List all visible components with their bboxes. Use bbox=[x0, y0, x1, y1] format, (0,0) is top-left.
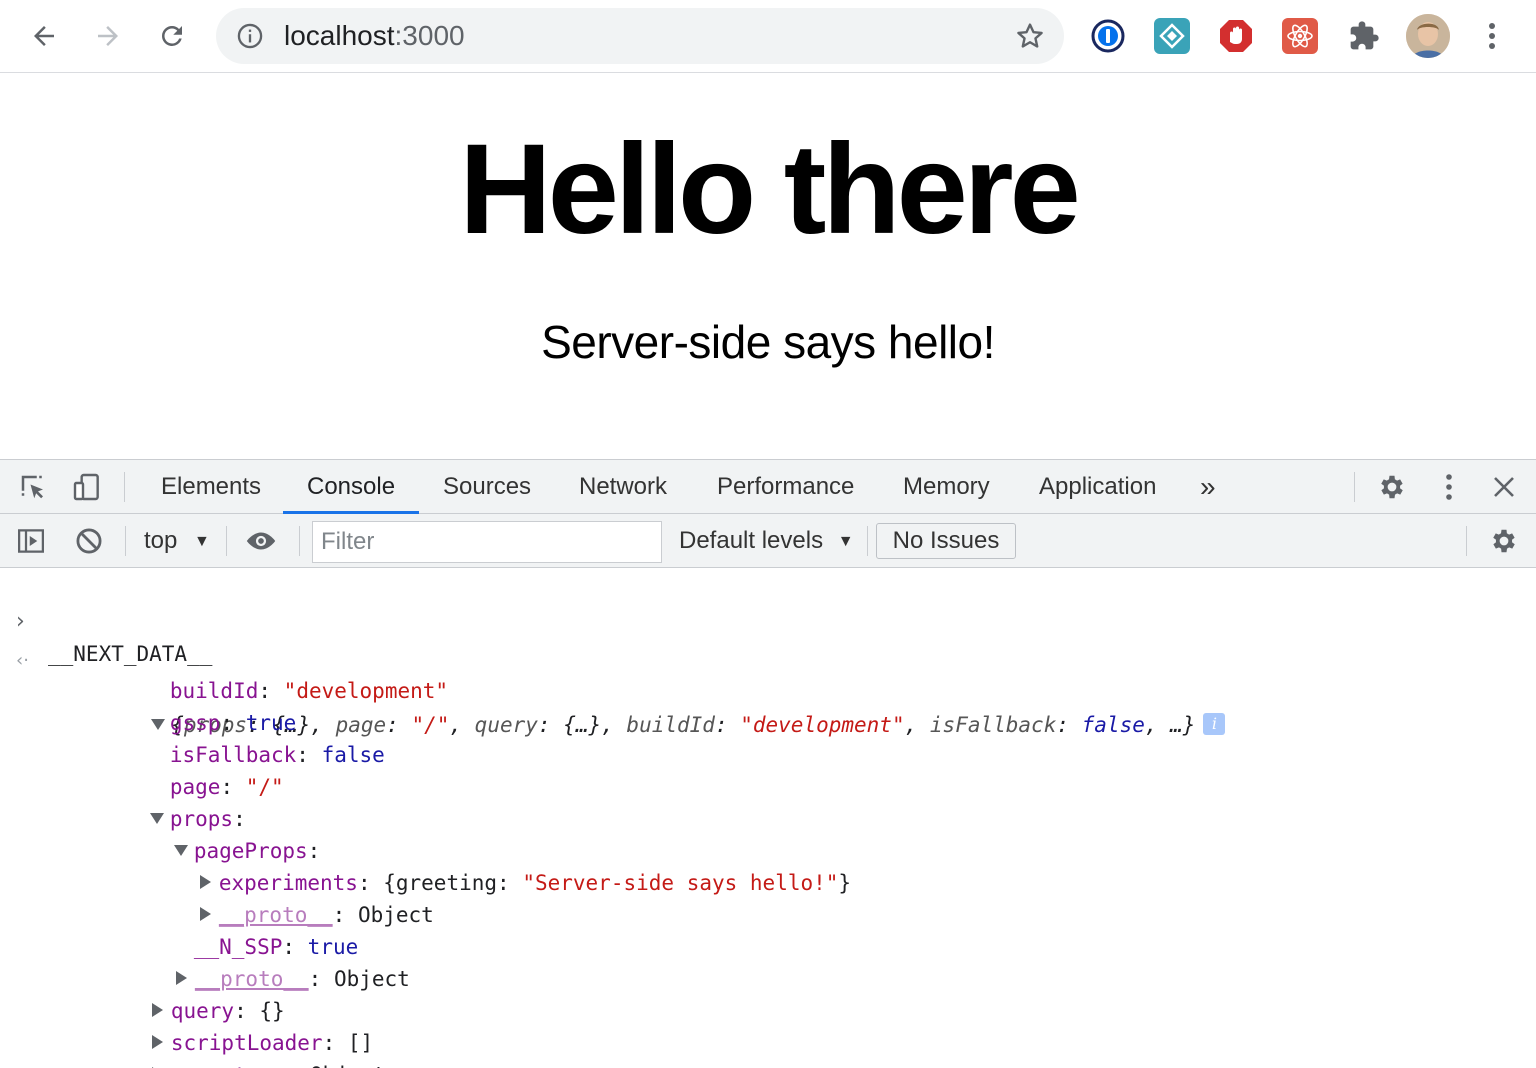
toolbar-divider bbox=[226, 526, 227, 556]
site-info-icon[interactable] bbox=[236, 22, 264, 50]
browser-menu-button[interactable] bbox=[1468, 12, 1516, 60]
url-text[interactable]: localhost:3000 bbox=[284, 21, 465, 51]
tab-memory[interactable]: Memory bbox=[879, 460, 1014, 514]
react-devtools-icon[interactable] bbox=[1282, 18, 1318, 54]
url-host: localhost bbox=[284, 20, 395, 51]
tree-row-proto[interactable]: __proto__: Object bbox=[124, 867, 434, 927]
device-toolbar-icon[interactable] bbox=[70, 470, 104, 504]
toolbar-divider bbox=[1354, 472, 1355, 502]
tab-application[interactable]: Application bbox=[1015, 460, 1180, 514]
toolbar-divider bbox=[867, 526, 868, 556]
arrow-left-icon bbox=[34, 26, 54, 46]
tab-console[interactable]: Console bbox=[283, 460, 420, 514]
console-toolbar: top ▼ Default levels ▼ No Issues bbox=[0, 514, 1536, 568]
log-levels-label: Default levels bbox=[679, 527, 824, 554]
filter-input[interactable] bbox=[312, 521, 662, 563]
result-arrow-icon: ‹· bbox=[16, 650, 29, 671]
close-devtools-icon[interactable] bbox=[1487, 470, 1521, 504]
tree-row-pageProps[interactable]: pageProps: bbox=[98, 803, 320, 863]
back-button[interactable] bbox=[20, 12, 68, 60]
show-sidebar-icon[interactable] bbox=[14, 524, 48, 558]
console-result-line[interactable]: ‹· {props: {…}, page: "/", query: {…}, b… bbox=[0, 613, 1226, 737]
more-vert-icon bbox=[1489, 23, 1495, 49]
reload-icon bbox=[162, 26, 182, 46]
tab-performance[interactable]: Performance bbox=[693, 460, 878, 514]
reload-button[interactable] bbox=[148, 12, 196, 60]
page-viewport: Hello there Server-side says hello! bbox=[0, 74, 1536, 459]
toolbar-divider bbox=[124, 472, 125, 502]
toolbar-divider bbox=[125, 526, 126, 556]
arrow-right-icon bbox=[98, 26, 118, 46]
tree-row-gssp: gssp: true bbox=[169, 711, 297, 735]
inspect-element-icon[interactable] bbox=[16, 470, 50, 504]
dropdown-triangle-icon: ▼ bbox=[194, 533, 210, 550]
extensions-puzzle-icon[interactable] bbox=[1346, 18, 1382, 54]
context-selector[interactable]: top ▼ bbox=[144, 526, 210, 559]
tree-row-props[interactable]: props: bbox=[74, 771, 246, 831]
devtools-tab-bar: Elements Console Sources Network Perform… bbox=[0, 460, 1536, 514]
devtools-panel: Elements Console Sources Network Perform… bbox=[0, 459, 1536, 1068]
console-input-line[interactable]: › __NEXT_DATA__ bbox=[0, 574, 212, 666]
bitwarden-icon[interactable] bbox=[1154, 18, 1190, 54]
console-settings-gear-icon[interactable] bbox=[1487, 524, 1521, 558]
tree-row-proto[interactable]: __proto__: Object bbox=[76, 1027, 386, 1068]
console-output: › __NEXT_DATA__ ‹· {props: {…}, page: "/… bbox=[0, 568, 1536, 1068]
tree-row-proto[interactable]: __proto__: Object bbox=[100, 931, 410, 991]
url-port: :3000 bbox=[394, 20, 465, 51]
tree-row-isFallback: isFallback: false bbox=[169, 743, 385, 767]
toolbar-divider bbox=[1466, 526, 1467, 556]
page-message: Server-side says hello! bbox=[541, 316, 995, 368]
tab-sources[interactable]: Sources bbox=[419, 460, 555, 514]
tree-row-query[interactable]: query: {} bbox=[76, 963, 285, 1023]
dropdown-triangle-icon: ▼ bbox=[837, 533, 854, 550]
bookmark-star-icon[interactable] bbox=[1014, 20, 1046, 52]
devtools-settings-gear-icon[interactable] bbox=[1375, 470, 1409, 504]
page-heading: Hello there bbox=[459, 118, 1081, 261]
more-tabs-chevron-icon[interactable]: » bbox=[1176, 460, 1240, 514]
tree-row-nssp: __N_SSP: true bbox=[193, 935, 359, 959]
address-bar[interactable]: localhost:3000 bbox=[216, 8, 1064, 64]
tree-row-scriptLoader[interactable]: scriptLoader: [] bbox=[76, 995, 373, 1055]
tab-network[interactable]: Network bbox=[555, 460, 691, 514]
tree-row-buildId: buildId: "development" bbox=[169, 679, 449, 703]
tree-row-page: page: "/" bbox=[169, 775, 284, 799]
forward-button[interactable] bbox=[84, 12, 132, 60]
clear-console-icon[interactable] bbox=[72, 524, 106, 558]
context-label: top bbox=[144, 527, 178, 554]
adblock-icon[interactable] bbox=[1218, 18, 1254, 54]
issues-button[interactable]: No Issues bbox=[876, 523, 1016, 559]
live-expression-eye-icon[interactable] bbox=[244, 524, 278, 558]
info-icon[interactable]: i bbox=[1203, 713, 1226, 735]
1password-icon[interactable] bbox=[1090, 18, 1126, 54]
tab-elements[interactable]: Elements bbox=[137, 460, 285, 514]
browser-toolbar: localhost:3000 bbox=[0, 0, 1536, 73]
log-levels-dropdown[interactable]: Default levels ▼ bbox=[679, 526, 854, 559]
tree-row-experiments[interactable]: experiments: {greeting: "Server-side say… bbox=[124, 835, 851, 895]
toolbar-divider bbox=[299, 526, 300, 556]
devtools-more-options-icon[interactable] bbox=[1432, 470, 1466, 504]
profile-avatar[interactable] bbox=[1406, 14, 1450, 58]
